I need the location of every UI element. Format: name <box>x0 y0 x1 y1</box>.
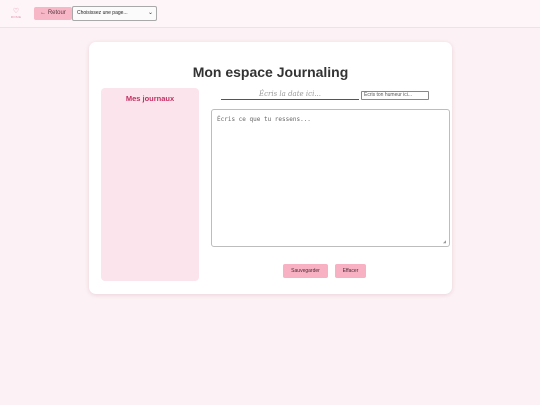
back-button[interactable]: ← Retour <box>34 7 72 20</box>
journal-list-sidebar: Mes journaux <box>101 88 199 281</box>
journal-card: Mon espace Journaling Mes journaux Écris… <box>89 42 452 294</box>
date-input[interactable]: Écris la date ici... <box>221 89 359 100</box>
page-title: Mon espace Journaling <box>192 64 349 80</box>
page-select[interactable]: Choisissez une page... ⌄ <box>72 6 157 21</box>
page-select-value: Choisissez une page... <box>77 10 128 16</box>
clear-button[interactable]: Effacer <box>335 264 366 278</box>
logo-text: ROSIE <box>10 15 22 19</box>
save-button[interactable]: Sauvegarder <box>283 264 328 278</box>
chevron-down-icon: ⌄ <box>147 10 153 16</box>
logo-icon: ♡ <box>12 8 20 15</box>
resize-handle-icon[interactable]: ◢ <box>443 240 448 245</box>
mood-input[interactable]: Écris ton humeur ici... <box>361 91 429 100</box>
top-bar: ♡ ROSIE ← Retour Choisissez une page... … <box>0 0 540 28</box>
journal-entry-textarea[interactable]: Écris ce que tu ressens... ◢ <box>211 109 450 247</box>
logo[interactable]: ♡ ROSIE <box>9 8 23 20</box>
entry-placeholder: Écris ce que tu ressens... <box>217 116 311 123</box>
sidebar-title: Mes journaux <box>125 94 175 103</box>
